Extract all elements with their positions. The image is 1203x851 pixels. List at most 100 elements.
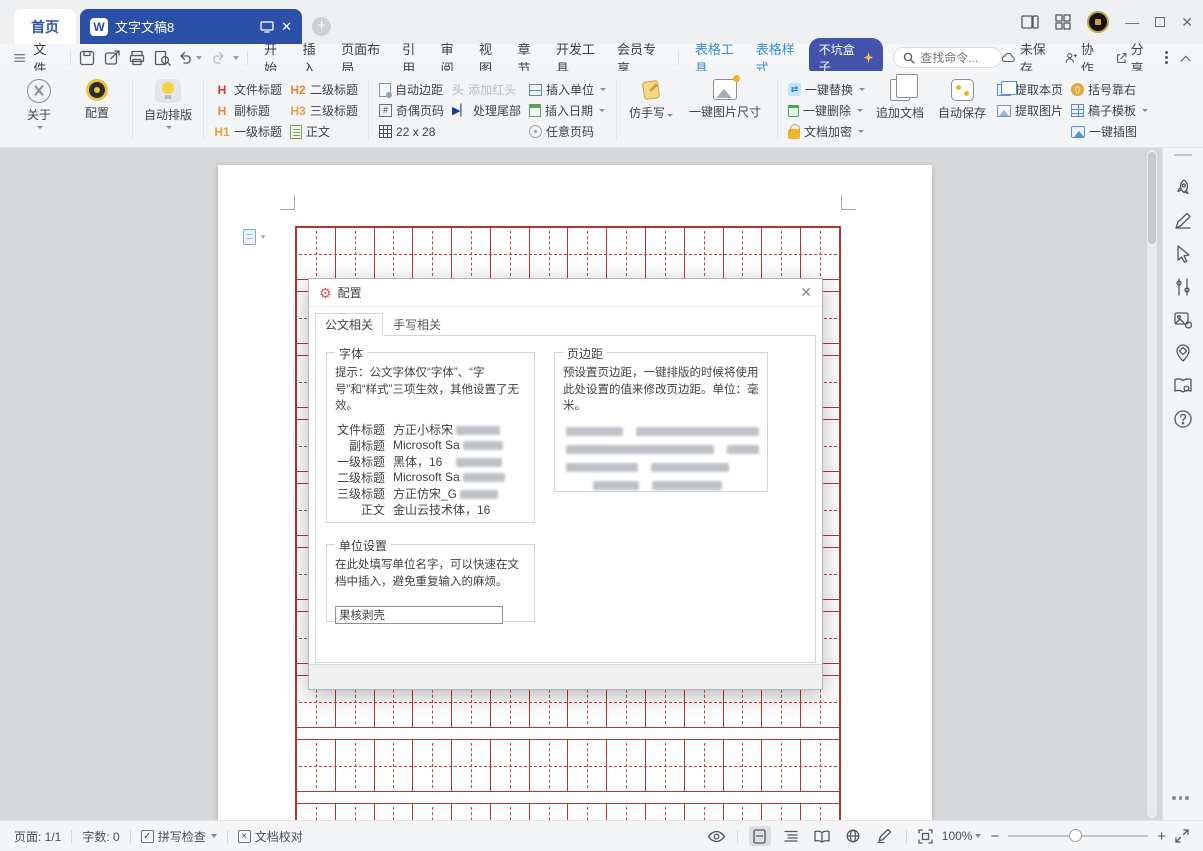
print-icon[interactable] xyxy=(129,50,146,66)
insert-date-button[interactable]: 插入日期 xyxy=(525,101,610,120)
toolbar-more-caret[interactable] xyxy=(233,56,239,60)
calendar-icon xyxy=(529,104,541,117)
help-icon[interactable] xyxy=(1173,409,1193,429)
odd-even-page-button[interactable]: #奇偶页码 xyxy=(375,101,448,120)
zoom-slider-knob[interactable] xyxy=(1069,829,1082,842)
right-sidebar xyxy=(1162,148,1203,820)
auto-margin-icon xyxy=(379,83,391,97)
subtitle-style-button[interactable]: H副标题 xyxy=(210,101,286,120)
close-tab-icon[interactable]: ✕ xyxy=(281,19,292,35)
insert-picture-button[interactable]: 一键插图 xyxy=(1067,122,1152,141)
bracket-right-button[interactable]: ()括号靠右 xyxy=(1067,80,1152,99)
new-tab-button[interactable]: + xyxy=(312,17,331,36)
dialog-close-icon[interactable]: ✕ xyxy=(800,284,812,301)
book-search-icon[interactable] xyxy=(1173,376,1193,396)
dialog-title: 配置 xyxy=(338,284,362,301)
append-doc-button[interactable]: 追加文档 xyxy=(869,76,931,121)
command-search[interactable] xyxy=(893,47,1002,68)
split-layout-icon[interactable] xyxy=(1021,15,1039,29)
h1-icon: H1 xyxy=(214,125,230,139)
doc-proof-toggle[interactable]: × 文档校对 xyxy=(238,828,303,845)
more-menu-icon[interactable] xyxy=(1165,51,1168,64)
word-count[interactable]: 字数: 0 xyxy=(82,828,119,845)
unit-name-input[interactable] xyxy=(335,606,503,624)
image-tools-icon[interactable] xyxy=(1173,310,1193,330)
save-icon[interactable] xyxy=(79,50,96,66)
dialog-footer xyxy=(309,664,822,689)
sidebar-more-icon[interactable] xyxy=(1172,796,1189,800)
scrollbar-thumb[interactable] xyxy=(1148,152,1156,244)
zoom-value: 100% xyxy=(942,829,973,843)
font-row-value: Microsoft Sa xyxy=(393,438,503,452)
h3-style-button[interactable]: H3三级标题 xyxy=(286,101,362,120)
maximize-button[interactable] xyxy=(1155,17,1165,27)
minimize-button[interactable]: — xyxy=(1125,15,1139,29)
view-write-mode[interactable] xyxy=(873,826,895,846)
h-orange-icon: H xyxy=(214,104,230,118)
fit-page-icon[interactable] xyxy=(918,829,933,844)
apps-grid-icon[interactable] xyxy=(1055,14,1071,30)
one-key-replace-button[interactable]: ⇄一键替换 xyxy=(784,80,869,99)
avatar[interactable] xyxy=(1087,11,1109,33)
eye-protect-icon[interactable] xyxy=(707,830,726,843)
autosave-button[interactable]: 自动保存 xyxy=(931,76,993,121)
sidebar-handle[interactable] xyxy=(1174,154,1192,156)
export-icon[interactable] xyxy=(104,50,121,66)
zoom-in-button[interactable]: + xyxy=(1157,829,1166,844)
auto-layout-button[interactable]: 自动排版 xyxy=(139,76,197,129)
bracket-right-label: 括号靠右 xyxy=(1088,81,1136,98)
image-size-button[interactable]: 一键图片尺寸 xyxy=(679,76,771,120)
any-page-number-button[interactable]: 任意页码 xyxy=(525,122,610,141)
body-style-button[interactable]: 正文 xyxy=(286,122,362,141)
table-widget-caret-icon xyxy=(261,235,266,238)
extract-images-button[interactable]: 提取图片 xyxy=(993,101,1067,120)
view-web-mode[interactable] xyxy=(842,826,864,846)
dialog-titlebar[interactable]: ⚙ 配置 ✕ xyxy=(309,279,822,307)
one-key-delete-button[interactable]: 一键删除 xyxy=(784,101,869,120)
checkbox-x-icon: × xyxy=(238,830,251,843)
doc-title-style-button[interactable]: H文件标题 xyxy=(210,80,286,99)
extract-page-button[interactable]: 提取本页 xyxy=(993,80,1067,99)
spell-check-toggle[interactable]: ✓ 拼写检查 xyxy=(141,828,217,845)
process-tail-button[interactable]: ▶▏处理尾部 xyxy=(448,101,525,120)
print-preview-icon[interactable] xyxy=(154,50,171,66)
font-groupbox: 字体 提示：公文字体仅“字体”、“字号”和“样式”三项生效，其他设置了无效。 文… xyxy=(326,352,535,523)
blurred-margin-settings xyxy=(563,481,759,490)
view-read-mode[interactable] xyxy=(811,826,833,846)
adjust-sliders-icon[interactable] xyxy=(1173,277,1193,297)
undo-button[interactable] xyxy=(179,51,202,64)
promo-pin-icon[interactable] xyxy=(1173,343,1193,363)
vertical-scrollbar[interactable] xyxy=(1147,150,1157,818)
close-window-button[interactable]: ✕ xyxy=(1181,15,1193,29)
handwriting-button[interactable]: 仿手写 xyxy=(623,76,679,121)
font-hint: 提示：公文字体仅“字体”、“字号”和“样式”三项生效，其他设置了无效。 xyxy=(327,353,534,421)
signature-pen-icon[interactable] xyxy=(1173,211,1193,231)
fullscreen-icon[interactable] xyxy=(1175,829,1189,843)
zoom-slider[interactable] xyxy=(1008,835,1148,837)
collapse-ribbon-icon[interactable] xyxy=(1180,55,1190,65)
table-widget-button[interactable] xyxy=(243,229,266,245)
config-button[interactable]: 配置 xyxy=(68,76,126,121)
about-button[interactable]: 关于 xyxy=(10,76,68,129)
view-outline-mode[interactable] xyxy=(780,826,802,846)
encrypt-doc-button[interactable]: 文档加密 xyxy=(784,122,869,141)
tab-official-doc-label: 公文相关 xyxy=(325,318,373,332)
tab-handwriting[interactable]: 手写相关 xyxy=(383,313,451,336)
h1-style-button[interactable]: H1一级标题 xyxy=(210,122,286,141)
auto-margin-button[interactable]: 自动边距 xyxy=(375,80,448,99)
rocket-icon[interactable] xyxy=(1173,178,1193,198)
grid-size-button[interactable]: 22 x 28 xyxy=(375,122,448,141)
insert-unit-button[interactable]: 插入单位 xyxy=(525,80,610,99)
zoom-level[interactable]: 100% xyxy=(942,829,982,843)
zoom-out-button[interactable]: − xyxy=(990,829,999,844)
tab-official-doc[interactable]: 公文相关 xyxy=(315,313,383,336)
cursor-select-icon[interactable] xyxy=(1173,244,1193,264)
autosave-label: 自动保存 xyxy=(938,104,986,121)
cast-icon[interactable] xyxy=(260,21,274,33)
view-page-mode[interactable] xyxy=(749,826,771,846)
h2-style-button[interactable]: H2二级标题 xyxy=(286,80,362,99)
insert-date-caret-icon xyxy=(599,109,605,112)
search-input[interactable] xyxy=(920,51,992,65)
draft-template-button[interactable]: 稿子模板 xyxy=(1067,101,1152,120)
extract-images-label: 提取图片 xyxy=(1015,102,1063,119)
